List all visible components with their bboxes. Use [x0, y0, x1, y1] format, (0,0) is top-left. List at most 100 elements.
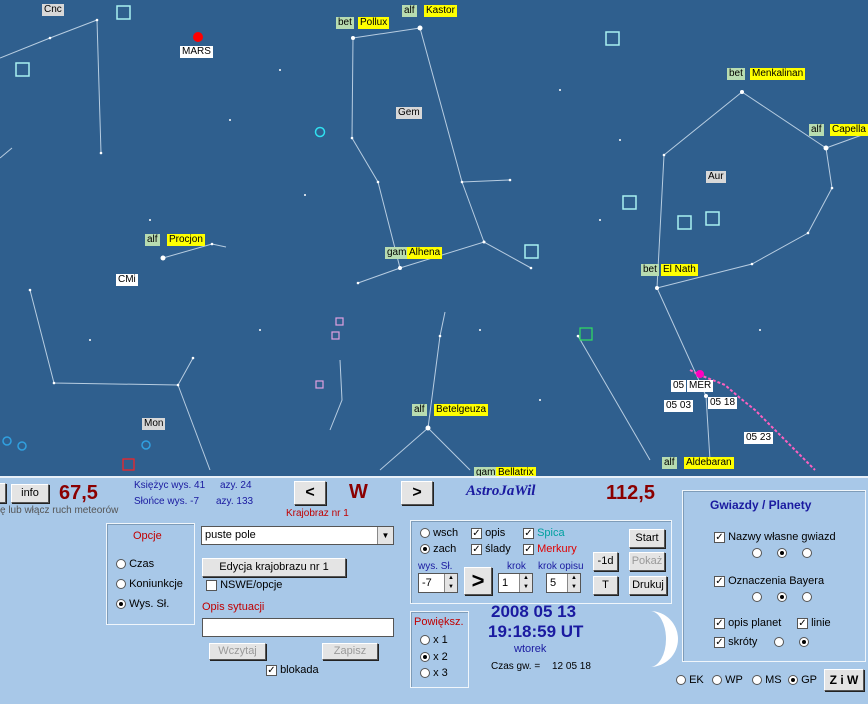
lines-checkbox[interactable]: linie	[797, 617, 831, 629]
radio-icon[interactable]	[777, 592, 788, 603]
zoom-title: Powiększ.	[414, 616, 464, 628]
right-value: 112,5	[606, 482, 655, 504]
abbr-checkbox[interactable]: skróty	[714, 636, 757, 648]
direction-label: W	[349, 481, 368, 503]
next-direction-button[interactable]: >	[401, 481, 433, 505]
ziw-button[interactable]: Z i W	[824, 669, 864, 691]
mode-wp[interactable]: WP	[712, 674, 743, 686]
date-display: 2008 05 13	[491, 602, 577, 621]
zoom-x2[interactable]: x 2	[420, 651, 448, 663]
radio-icon[interactable]	[774, 637, 784, 648]
nswe-checkbox[interactable]: NSWE/opcje	[206, 579, 282, 591]
moon-azimuth: azy. 24	[220, 480, 252, 491]
radio-icon[interactable]	[752, 675, 762, 686]
wys-sl-stepper[interactable]: -7 ▲ ▼	[418, 573, 458, 593]
radio-icon[interactable]	[116, 579, 126, 590]
start-button[interactable]: Start	[629, 529, 665, 548]
planet-desc-checkbox[interactable]: opis planet	[714, 617, 781, 629]
field-select[interactable]: puste pole ▼	[201, 526, 394, 545]
checkbox-icon[interactable]	[471, 543, 482, 555]
option-koniunkcje[interactable]: Koniunkcje	[116, 578, 183, 590]
checkbox-icon[interactable]	[714, 575, 725, 587]
moon-phase-icon	[650, 611, 678, 667]
track-label: 05 18	[708, 397, 738, 409]
time-display: 19:18:59 UT	[488, 622, 584, 641]
lock-checkbox[interactable]: blokada	[266, 664, 319, 676]
save-button[interactable]: Zapisz	[322, 643, 378, 660]
slady-checkbox[interactable]: ślady	[471, 543, 511, 555]
spin-arrows-icon[interactable]: ▲ ▼	[519, 574, 532, 592]
bayer-checkbox[interactable]: Oznaczenia Bayera	[714, 575, 824, 587]
radio-icon[interactable]	[788, 675, 798, 686]
checkbox-icon[interactable]	[471, 527, 482, 539]
radio-icon[interactable]	[802, 592, 813, 603]
wys-sl-label: wys. Sł.	[418, 561, 453, 572]
checkbox-icon[interactable]	[797, 617, 808, 629]
checkbox-icon[interactable]	[714, 636, 725, 648]
description-label: Opis sytuacji	[202, 601, 265, 613]
prev-direction-button[interactable]: <	[294, 481, 326, 505]
checkbox-icon[interactable]	[523, 543, 534, 555]
info-button[interactable]: info	[11, 484, 49, 503]
radio-icon[interactable]	[752, 548, 762, 559]
track-label: MER	[687, 380, 714, 392]
star-names-options[interactable]	[752, 547, 813, 559]
radio-icon[interactable]	[116, 599, 126, 610]
option-wys-sl[interactable]: Wys. Sł.	[116, 598, 169, 610]
t-button[interactable]: T	[593, 576, 618, 595]
spin-arrows-icon[interactable]: ▲ ▼	[567, 574, 580, 592]
wsch-radio[interactable]: wsch	[420, 527, 458, 539]
krok-stepper[interactable]: 1 ▲ ▼	[498, 573, 533, 593]
options-title: Opcje	[133, 530, 162, 542]
checkbox-icon[interactable]	[266, 664, 277, 676]
zoom-x1[interactable]: x 1	[420, 634, 448, 646]
print-button[interactable]: Drukuj	[629, 576, 667, 595]
merkury-checkbox[interactable]: Merkury	[523, 543, 577, 555]
chevron-down-icon[interactable]: ▼	[377, 527, 393, 544]
checkbox-icon[interactable]	[714, 617, 725, 629]
load-button[interactable]: Wczytaj	[209, 643, 266, 660]
go-button[interactable]: >	[464, 567, 492, 595]
control-panel: info 67,5 ę lub włącz ruch meteorów Księ…	[0, 476, 868, 704]
zoom-x3[interactable]: x 3	[420, 667, 448, 679]
zach-radio[interactable]: zach	[420, 543, 456, 555]
radio-icon[interactable]	[420, 668, 430, 679]
checkbox-icon[interactable]	[523, 527, 534, 539]
minus-day-button[interactable]: -1d	[593, 552, 618, 571]
stars-panel-title: Gwiazdy / Planety	[710, 498, 812, 512]
bayer-options[interactable]	[752, 591, 813, 603]
spin-arrows-icon[interactable]: ▲ ▼	[444, 574, 457, 592]
krok-opisu-label: krok opisu	[538, 561, 584, 572]
sky-map[interactable]: Cnc MARS Gem Aur CMi Mon bet Pollux alf Ka…	[0, 0, 868, 476]
mode-ms[interactable]: MS	[752, 674, 782, 686]
description-input[interactable]	[202, 618, 394, 637]
scroll-left-button[interactable]	[0, 483, 6, 503]
radio-icon[interactable]	[752, 592, 762, 603]
radio-icon[interactable]	[420, 635, 430, 646]
radio-icon[interactable]	[420, 652, 430, 663]
meteor-hint: ę lub włącz ruch meteorów	[0, 505, 119, 516]
checkbox-icon[interactable]	[714, 531, 725, 543]
star-names-checkbox[interactable]: Nazwy własne gwiazd	[714, 531, 836, 543]
radio-icon[interactable]	[777, 548, 788, 559]
radio-icon[interactable]	[116, 559, 126, 570]
krok-opisu-stepper[interactable]: 5 ▲ ▼	[546, 573, 581, 593]
abbr-options[interactable]	[774, 636, 810, 648]
opis-checkbox[interactable]: opis	[471, 527, 505, 539]
radio-icon[interactable]	[802, 548, 813, 559]
sun-altitude: Słońce wys. -7	[134, 496, 200, 507]
radio-icon[interactable]	[676, 675, 686, 686]
radio-icon[interactable]	[420, 544, 430, 555]
edit-landscape-button[interactable]: Edycja krajobrazu nr 1	[202, 558, 346, 577]
spica-checkbox[interactable]: Spica	[523, 527, 565, 539]
option-czas[interactable]: Czas	[116, 558, 154, 570]
show-button[interactable]: Pokaż	[629, 552, 665, 571]
track-label: 05 03	[664, 400, 694, 412]
mode-gp[interactable]: GP	[788, 674, 817, 686]
track-label: 05	[671, 380, 687, 392]
radio-icon[interactable]	[799, 637, 810, 648]
checkbox-icon[interactable]	[206, 579, 217, 591]
radio-icon[interactable]	[712, 675, 722, 686]
radio-icon[interactable]	[420, 528, 430, 539]
mode-ek[interactable]: EK	[676, 674, 704, 686]
